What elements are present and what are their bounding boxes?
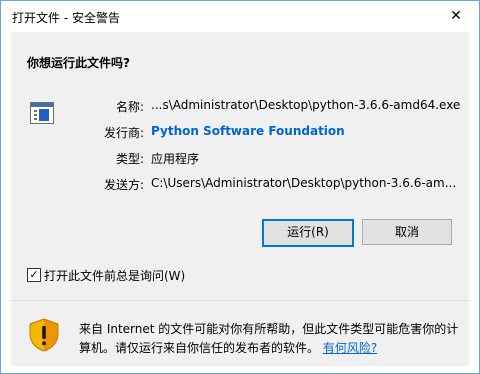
window-border-bottom: [1, 366, 479, 373]
name-value: ...s\Administrator\Desktop\python-3.6.6-…: [151, 98, 461, 112]
warning-text-block: 来自 Internet 的文件可能对你有所帮助，但此文件类型可能危害你的计算机。…: [79, 320, 459, 358]
window-border-left: [1, 32, 11, 366]
publisher-label: 发行商:: [103, 126, 144, 140]
exe-file-icon: [30, 102, 54, 124]
warning-shield-icon: [29, 318, 59, 352]
run-button[interactable]: 运行(R): [262, 219, 354, 247]
type-label: 类型:: [115, 152, 144, 166]
warning-text: 来自 Internet 的文件可能对你有所帮助，但此文件类型可能危害你的计算机。…: [79, 322, 459, 355]
from-label: 发送方:: [103, 178, 144, 192]
title-bar: 打开文件 - 安全警告 ✕: [1, 1, 479, 32]
security-warning-dialog: 打开文件 - 安全警告 ✕ 你想运行此文件吗? 名称: ...s\Adminis…: [0, 0, 480, 374]
warning-footer: 来自 Internet 的文件可能对你有所帮助，但此文件类型可能危害你的计算机。…: [11, 300, 469, 367]
run-question: 你想运行此文件吗?: [27, 56, 130, 70]
dialog-content: 你想运行此文件吗? 名称: ...s\Administrator\Desktop…: [11, 32, 469, 300]
type-value: 应用程序: [151, 152, 200, 166]
window-title: 打开文件 - 安全警告: [12, 11, 120, 25]
close-icon[interactable]: ✕: [433, 1, 479, 32]
publisher-link[interactable]: Python Software Foundation: [151, 124, 345, 138]
name-label: 名称:: [115, 100, 144, 114]
risk-link[interactable]: 有何风险?: [323, 341, 377, 355]
from-value: C:\Users\Administrator\Desktop\python-3.…: [151, 176, 457, 190]
always-ask-label[interactable]: 打开此文件前总是询问(W): [44, 267, 185, 284]
window-border-right: [469, 32, 479, 366]
always-ask-checkbox[interactable]: ✓: [27, 268, 41, 282]
cancel-button[interactable]: 取消: [362, 219, 452, 245]
